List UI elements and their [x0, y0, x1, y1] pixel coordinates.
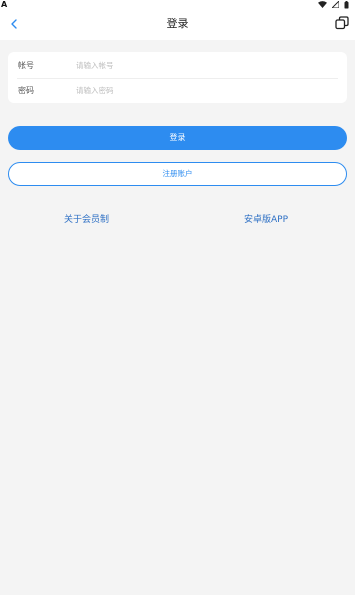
- password-input[interactable]: [76, 82, 326, 99]
- account-input[interactable]: [76, 57, 326, 74]
- account-label: 帐号: [18, 60, 34, 70]
- account-row: 帐号: [8, 53, 347, 78]
- android-app-link[interactable]: 安卓版APP: [244, 214, 288, 226]
- password-row: 密码: [8, 78, 347, 103]
- login-form-card: 帐号 密码: [8, 52, 347, 103]
- status-bar: A: [0, 0, 355, 10]
- login-screen: A 登录 帐号 请输入帐号 密码 登录 注册账户 关于会员制 安卓版APP: [0, 0, 355, 595]
- window-switch-icon: [335, 16, 349, 30]
- password-label: 密码: [18, 85, 34, 95]
- wifi-icon: [318, 1, 327, 8]
- status-icons: [318, 0, 349, 9]
- signal-icon: [332, 1, 339, 8]
- page-title: 登录: [166, 17, 189, 30]
- register-button-label: 注册账户: [162, 169, 193, 178]
- login-button-label: 登录: [169, 133, 186, 142]
- status-notification-glyph: A: [1, 0, 8, 9]
- about-membership-link[interactable]: 关于会员制: [64, 214, 109, 226]
- header-bar: 登录: [0, 10, 355, 40]
- login-button[interactable]: 登录: [8, 126, 347, 150]
- window-switch-button[interactable]: [333, 14, 351, 32]
- battery-icon: [344, 0, 349, 8]
- register-button[interactable]: 注册账户: [8, 162, 347, 186]
